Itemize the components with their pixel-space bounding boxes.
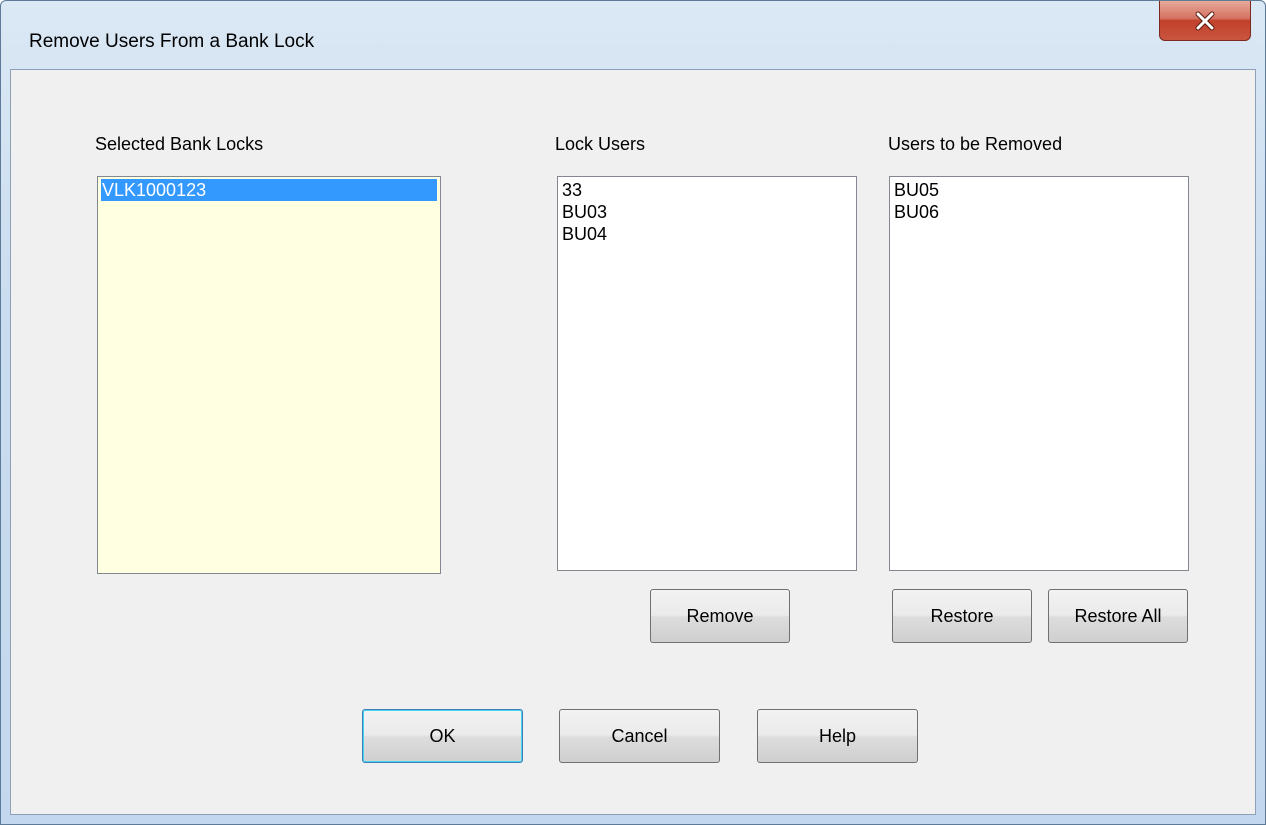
close-x-icon: [1194, 11, 1216, 31]
users-to-be-removed-list[interactable]: BU05 BU06: [889, 176, 1189, 571]
list-item[interactable]: BU03: [561, 201, 853, 223]
title-bar[interactable]: Remove Users From a Bank Lock: [1, 1, 1265, 69]
help-button[interactable]: Help: [757, 709, 918, 763]
lock-users-list[interactable]: 33 BU03 BU04: [557, 176, 857, 571]
list-item[interactable]: 33: [561, 179, 853, 201]
list-item[interactable]: BU05: [893, 179, 1185, 201]
dialog-client-area: Selected Bank Locks VLK1000123 Lock User…: [10, 69, 1256, 815]
selected-bank-locks-list[interactable]: VLK1000123: [97, 176, 441, 574]
dialog-window: Remove Users From a Bank Lock Selected B…: [0, 0, 1266, 825]
list-item[interactable]: VLK1000123: [101, 179, 437, 201]
users-to-be-removed-label: Users to be Removed: [888, 134, 1063, 154]
list-item[interactable]: BU06: [893, 201, 1185, 223]
remove-button[interactable]: Remove: [650, 589, 790, 643]
close-button[interactable]: [1159, 1, 1251, 41]
restore-all-button[interactable]: Restore All: [1048, 589, 1188, 643]
selected-bank-locks-label: Selected Bank Locks: [95, 134, 264, 154]
list-item[interactable]: BU04: [561, 223, 853, 245]
cancel-button[interactable]: Cancel: [559, 709, 720, 763]
window-title: Remove Users From a Bank Lock: [29, 31, 315, 52]
ok-button[interactable]: OK: [362, 709, 523, 763]
lock-users-label: Lock Users: [555, 134, 646, 154]
restore-button[interactable]: Restore: [892, 589, 1032, 643]
